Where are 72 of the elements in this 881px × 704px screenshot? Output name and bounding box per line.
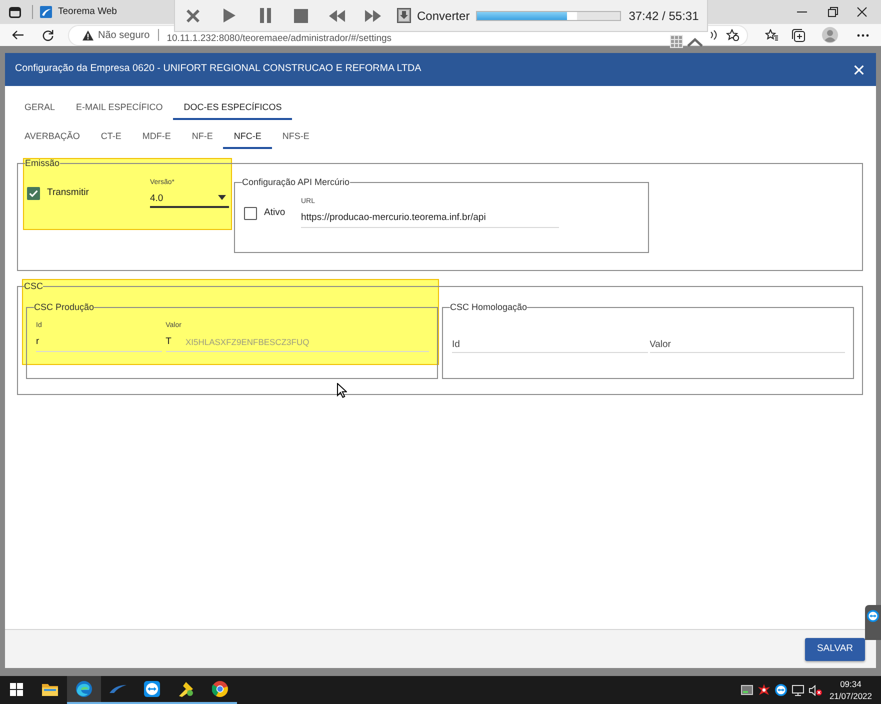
caret-down-icon (218, 195, 226, 200)
burst-icon[interactable] (758, 684, 770, 696)
arrow-circle-icon (867, 610, 879, 622)
arrow-tile-icon (144, 681, 160, 697)
browser-tab[interactable]: Teorema Web (40, 4, 117, 20)
input-field[interactable]: Id (452, 336, 648, 353)
checkbox[interactable] (244, 206, 257, 220)
close-icon[interactable] (857, 7, 867, 17)
tab[interactable]: NFC-E (223, 127, 272, 149)
dialog-title: Configuração da Empresa 0620 - UNIFORT REGIONAL CONSTRUCAO E REFORMA LTDA (15, 62, 422, 76)
field-value: https://producao-mercurio.teorema.inf.br/api (301, 212, 486, 223)
more-icon[interactable] (857, 34, 869, 36)
tab[interactable]: NFS-E (272, 127, 320, 149)
field-value: T (166, 336, 172, 348)
play-icon[interactable] (222, 8, 236, 23)
checkmark-icon (29, 190, 38, 197)
four-squares-icon (10, 682, 23, 696)
back-icon[interactable] (12, 30, 24, 40)
tab[interactable]: AVERBAÇÃO (14, 127, 90, 149)
group-legend: CSC (24, 281, 44, 291)
wave-circle-icon (76, 681, 92, 697)
progress-track[interactable] (476, 10, 621, 20)
restore-icon[interactable] (828, 7, 838, 17)
security-label[interactable]: Não seguro (98, 28, 150, 42)
star-list-icon[interactable] (765, 29, 778, 41)
download-icon[interactable] (397, 8, 411, 23)
swoosh-icon (109, 684, 127, 694)
time-readout: 37:42 / 55:31 (628, 8, 699, 24)
group-legend: Emissão (25, 158, 60, 168)
squares-plus-icon[interactable] (792, 28, 805, 42)
window-icon[interactable] (9, 6, 21, 18)
side-tab[interactable] (865, 605, 881, 640)
slider-thumb[interactable] (566, 12, 577, 20)
warning-icon (82, 30, 94, 40)
tab[interactable]: CT-E (90, 127, 132, 149)
field-value: r (36, 336, 40, 348)
input-field[interactable]: Valor (650, 336, 845, 353)
arrow-circle-icon[interactable] (775, 684, 788, 696)
stop-icon[interactable] (294, 8, 308, 22)
url-text[interactable]: 10.11.1.232:8080/teoremaee/administrador/#/settings (166, 32, 392, 44)
tab[interactable]: E-MAIL ESPECÍFICO (66, 98, 174, 120)
rewind-icon[interactable] (329, 10, 345, 22)
refresh-icon[interactable] (42, 29, 54, 41)
obscured-text: XI5HLASXFZ9ENFBESCZ3FUQ (185, 336, 310, 348)
group-legend: Configuração API Mercúrio (242, 177, 350, 187)
shapes-icon (178, 681, 194, 697)
checkbox[interactable] (27, 187, 40, 200)
speaker-muted-icon[interactable] (809, 684, 822, 696)
checkbox-label[interactable]: Ativo (264, 206, 286, 220)
tab[interactable]: DOC-ES ESPECÍFICOS (173, 98, 292, 120)
tricolor-circle-icon (212, 681, 228, 697)
tab[interactable]: GERAL (14, 98, 66, 120)
mouse-pointer-icon (337, 383, 347, 398)
clock-time[interactable]: 09:34 (829, 678, 872, 690)
group-legend: CSC Produção (34, 302, 94, 312)
field-value: 4.0 (150, 193, 164, 204)
checkbox-label[interactable]: Transmitir (47, 186, 89, 201)
caret-up-icon[interactable] (687, 38, 703, 47)
swoosh-logo-icon (40, 6, 52, 18)
group-legend: CSC Homologação (450, 302, 528, 312)
tab[interactable]: MDF-E (132, 127, 182, 149)
sound-waves-icon[interactable] (710, 30, 718, 40)
player-label: Converter (417, 8, 470, 24)
tab[interactable]: NF-E (181, 127, 224, 149)
clock-date[interactable]: 21/07/2022 (829, 690, 872, 702)
folder-icon (42, 682, 58, 696)
profile-icon[interactable] (822, 27, 838, 43)
monitor-icon[interactable] (792, 684, 804, 696)
fast-forward-icon[interactable] (365, 10, 381, 22)
device-icon[interactable] (741, 685, 754, 695)
pause-icon[interactable] (260, 8, 270, 23)
save-button[interactable]: SALVAR (805, 638, 865, 660)
